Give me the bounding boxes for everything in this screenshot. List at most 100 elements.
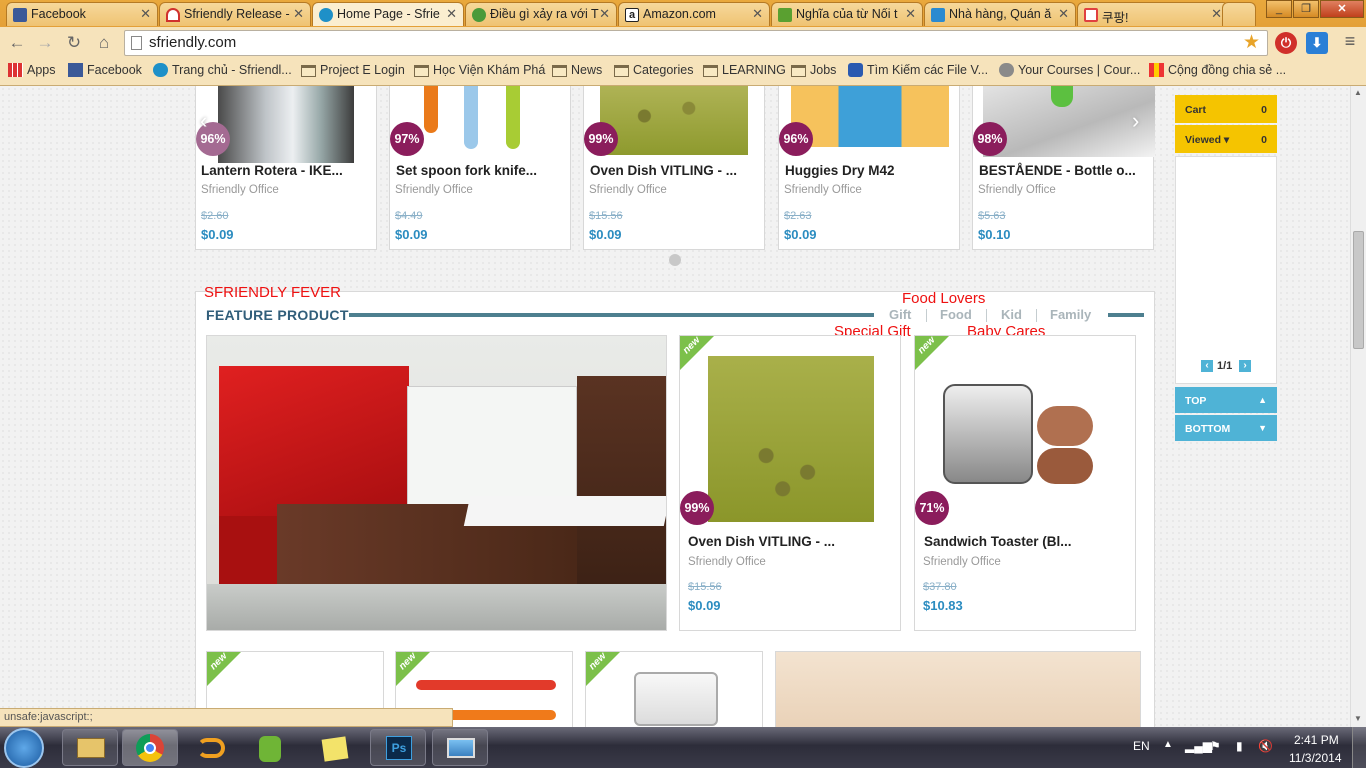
carousel-pagination-dot[interactable] <box>669 254 681 266</box>
close-window-button[interactable]: ✕ <box>1320 0 1364 18</box>
product-name[interactable]: Oven Dish VITLING - ... <box>688 534 835 549</box>
network-icon[interactable] <box>182 729 238 766</box>
close-icon[interactable]: ✕ <box>1211 6 1222 22</box>
product-name[interactable]: Huggies Dry M42 <box>785 163 895 178</box>
bookmark-apps[interactable]: Apps <box>8 63 56 77</box>
close-icon[interactable]: ✕ <box>599 6 610 22</box>
sticky-notes-icon[interactable] <box>306 729 362 766</box>
product-image[interactable] <box>791 86 949 147</box>
volume-icon[interactable]: 🔇 <box>1258 739 1273 753</box>
product-image[interactable] <box>708 356 874 522</box>
close-icon[interactable]: ✕ <box>752 6 763 22</box>
bookmark-star-icon[interactable]: ★ <box>1243 31 1260 54</box>
cart-widget[interactable]: Cart 0 <box>1175 95 1277 123</box>
forward-arrow-icon[interactable]: → <box>34 32 56 54</box>
product-image[interactable] <box>937 376 1097 496</box>
product-card[interactable]: 98% BESTÅENDE - Bottle o... Sfriendly Of… <box>972 86 1155 250</box>
language-indicator[interactable]: EN <box>1133 739 1150 753</box>
product-card[interactable]: 97% Set spoon fork knife... Sfriendly Of… <box>389 86 571 250</box>
close-icon[interactable]: ✕ <box>293 6 304 22</box>
download-extension-icon[interactable]: ⬇ <box>1306 32 1328 54</box>
scroll-bottom-button[interactable]: BOTTOM ▼ <box>1175 415 1277 441</box>
back-arrow-icon[interactable]: ← <box>6 32 28 54</box>
carousel-prev-icon[interactable]: ‹ <box>200 108 207 134</box>
product-name[interactable]: BESTÅENDE - Bottle o... <box>979 163 1136 178</box>
tab-nha-hang[interactable]: Nhà hàng, Quán ă ✕ <box>924 2 1076 26</box>
flag-icon[interactable]: ⚑ <box>1210 739 1221 753</box>
close-icon[interactable]: ✕ <box>446 6 457 22</box>
clock-date[interactable]: 11/3/2014 <box>1289 751 1342 765</box>
product-image[interactable] <box>410 86 550 157</box>
reload-icon[interactable]: ↻ <box>63 32 85 54</box>
tab-kid[interactable]: Kid <box>1001 307 1022 322</box>
tab-dieu-gi[interactable]: Điều gì xảy ra với T ✕ <box>465 2 617 26</box>
bookmark-facebook[interactable]: Facebook <box>68 63 142 77</box>
pager-next-icon[interactable]: › <box>1239 360 1251 372</box>
product-card[interactable]: 96% Lantern Rotera - IKE... Sfriendly Of… <box>195 86 377 250</box>
show-desktop-button[interactable] <box>1352 727 1366 768</box>
address-bar[interactable]: sfriendly.com <box>124 30 1268 56</box>
minimize-button[interactable]: _ <box>1266 0 1292 18</box>
scroll-down-icon[interactable]: ▼ <box>1354 714 1362 723</box>
kitchen-banner-image[interactable] <box>206 335 667 631</box>
tab-coupang[interactable]: 쿠팡! ✕ <box>1077 2 1229 26</box>
banner-image[interactable] <box>775 651 1141 727</box>
bookmark-cong-dong[interactable]: Cộng đồng chia sẻ ... <box>1149 63 1286 77</box>
product-name[interactable]: Lantern Rotera - IKE... <box>201 163 343 178</box>
product-card[interactable]: 99% Oven Dish VITLING - ... Sfriendly Of… <box>583 86 765 250</box>
tab-family[interactable]: Family <box>1050 307 1091 322</box>
viewed-widget[interactable]: Viewed ▾ 0 <box>1175 125 1277 153</box>
windows-explorer-icon[interactable] <box>62 729 118 766</box>
product-image[interactable] <box>600 86 748 155</box>
battery-icon[interactable]: ▮ <box>1236 739 1243 753</box>
chrome-icon[interactable] <box>122 729 178 766</box>
tab-nghia[interactable]: Nghĩa của từ Nối t ✕ <box>771 2 923 26</box>
clock-time[interactable]: 2:41 PM <box>1294 733 1339 747</box>
photoshop-icon[interactable]: Ps <box>370 729 426 766</box>
tray-expand-icon[interactable]: ▲ <box>1163 739 1173 750</box>
signal-icon[interactable]: ▂▄▆ <box>1185 739 1212 753</box>
close-icon[interactable]: ✕ <box>140 6 151 22</box>
bookmark-learning[interactable]: LEARNING <box>703 63 786 77</box>
product-card[interactable]: new 99% Oven Dish VITLING - ... Sfriendl… <box>679 335 901 631</box>
product-card[interactable]: new <box>585 651 763 727</box>
page-scrollbar[interactable]: ▲ ▼ <box>1350 86 1366 727</box>
tab-food[interactable]: Food <box>940 307 972 322</box>
product-name[interactable]: Set spoon fork knife... <box>396 163 537 178</box>
bookmark-news[interactable]: News <box>552 63 602 77</box>
power-extension-icon[interactable]: ⏻ <box>1275 32 1297 54</box>
product-card[interactable]: 96% Huggies Dry M42 Sfriendly Office $2.… <box>778 86 960 250</box>
bookmark-categories[interactable]: Categories <box>614 63 693 77</box>
menu-icon[interactable]: ≡ <box>1340 31 1360 53</box>
scroll-top-button[interactable]: TOP ▲ <box>1175 387 1277 413</box>
bookmark-trang-chu[interactable]: Trang chủ - Sfriendl... <box>153 63 292 77</box>
carousel-next-icon[interactable]: › <box>1132 108 1139 134</box>
tab-sfriendly-release[interactable]: Sfriendly Release - ✕ <box>159 2 311 26</box>
evernote-icon[interactable] <box>242 729 298 766</box>
start-button[interactable] <box>4 728 44 768</box>
tab-home-page[interactable]: Home Page - Sfrie ✕ <box>312 2 464 26</box>
maximize-button[interactable]: ❐ <box>1293 0 1319 18</box>
tab-gift[interactable]: Gift <box>889 307 911 322</box>
close-icon[interactable]: ✕ <box>1058 6 1069 22</box>
product-name[interactable]: Sandwich Toaster (Bl... <box>924 534 1072 549</box>
bookmark-hoc-vien[interactable]: Học Viện Khám Phá <box>414 63 545 77</box>
bookmark-project-e[interactable]: Project E Login <box>301 63 405 77</box>
bookmark-jobs[interactable]: Jobs <box>791 63 836 77</box>
close-icon[interactable]: ✕ <box>905 6 916 22</box>
scrollbar-thumb[interactable] <box>1353 231 1364 349</box>
product-image[interactable] <box>983 86 1155 157</box>
product-name[interactable]: Oven Dish VITLING - ... <box>590 163 737 178</box>
bookmark-tim-kiem[interactable]: Tìm Kiếm các File V... <box>848 63 988 77</box>
scroll-up-icon[interactable]: ▲ <box>1354 88 1362 97</box>
new-tab-button[interactable] <box>1222 2 1256 26</box>
bookmark-label: Học Viện Khám Phá <box>433 63 546 77</box>
tab-amazon[interactable]: a Amazon.com ✕ <box>618 2 770 26</box>
home-icon[interactable]: ⌂ <box>93 32 115 54</box>
bookmark-your-courses[interactable]: Your Courses | Cour... <box>999 63 1140 77</box>
pager-prev-icon[interactable]: ‹ <box>1201 360 1213 372</box>
product-image[interactable] <box>218 86 354 163</box>
image-viewer-icon[interactable] <box>432 729 488 766</box>
tab-facebook[interactable]: Facebook ✕ <box>6 2 158 26</box>
product-card[interactable]: new 71% Sandwich Toaster (Bl... Sfriendl… <box>914 335 1136 631</box>
